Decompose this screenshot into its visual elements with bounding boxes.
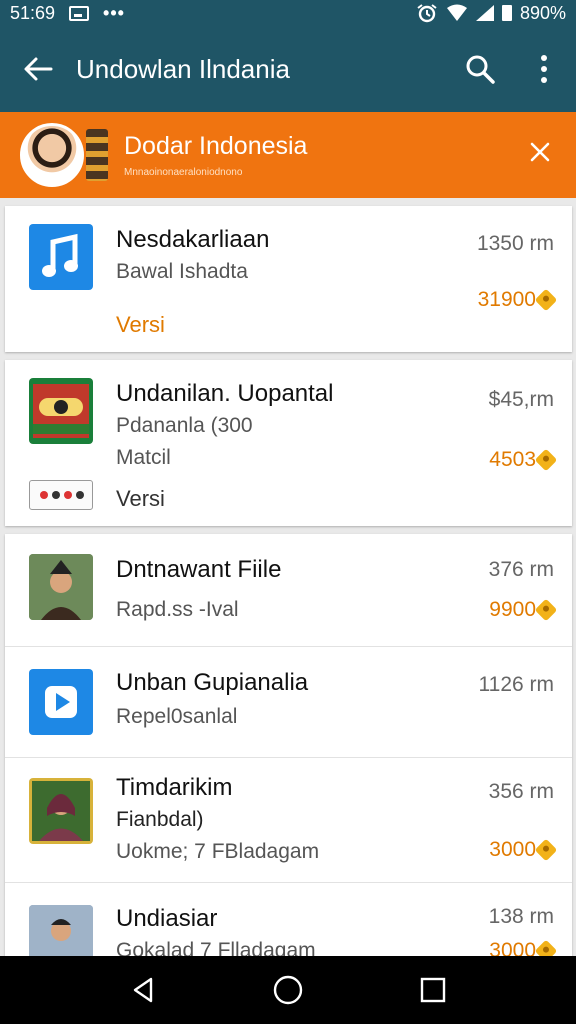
battery-percent: 890%	[519, 2, 566, 23]
battery-icon	[501, 5, 512, 21]
nav-home-button[interactable]	[258, 960, 318, 1020]
item-name: Timdarikim	[116, 774, 233, 801]
app-bar: Undowlan Ilndania	[0, 26, 576, 112]
coin-icon	[534, 598, 558, 622]
close-icon	[530, 142, 550, 162]
overflow-menu-button[interactable]	[512, 26, 576, 112]
app-card[interactable]: Nesdakarliaan Bawal Ishadta Versi 1350 r…	[5, 206, 572, 352]
app-bar-title: Undowlan Ilndania	[76, 53, 290, 84]
person-photo-icon	[29, 905, 93, 960]
item-description: Uokme; 7 FBladagam	[116, 840, 320, 863]
wifi-icon	[446, 4, 467, 21]
promo-banner[interactable]: Dodar Indonesia Mnnaoinonaeraloniodnono	[0, 112, 576, 198]
app-card[interactable]: Undanilan. Uopantal Pdananla (300 Matcil…	[5, 360, 572, 526]
item-description: Rapd.ss -Ival	[116, 598, 239, 621]
item-size: 138 rm	[488, 905, 554, 928]
game-logo-icon	[29, 378, 93, 444]
item-size: 1126 rm	[478, 673, 554, 696]
item-size: $45,rm	[488, 388, 554, 411]
item-name: Unban Gupianalia	[116, 669, 309, 696]
promo-subtitle: Mnnaoinonaeraloniodnono	[124, 167, 243, 178]
promo-title: Dodar Indonesia	[124, 132, 308, 160]
item-price: 3000	[489, 838, 558, 862]
search-icon	[466, 55, 495, 84]
signal-icon	[475, 5, 494, 21]
price-value: 4503	[489, 448, 536, 471]
item-size: 1350 rm	[476, 232, 554, 255]
item-size: 356 rm	[488, 780, 554, 803]
list-item[interactable]: Undiasiar Gokalad 7 Flladagam 138 rm 300…	[5, 883, 572, 960]
list-item[interactable]: Unban Gupianalia Repel0sanlal 1126 rm	[5, 647, 572, 757]
item-description: Repel0sanlal	[116, 705, 238, 728]
item-description: Pdananla (300	[116, 414, 253, 437]
item-name: Undanilan. Uopantal	[116, 380, 334, 407]
list-item[interactable]: Dntnawant Fiile Rapd.ss -Ival 376 rm 990…	[5, 534, 572, 646]
item-price: 4503	[489, 448, 558, 472]
item-size: 376 rm	[488, 558, 554, 581]
item-price: 9900	[489, 598, 558, 622]
more-notifications-icon: •••	[103, 2, 125, 23]
item-name: Dntnawant Fiile	[116, 556, 282, 583]
search-button[interactable]	[448, 26, 512, 112]
list-item[interactable]: Timdarikim Fianbdal) Uokme; 7 FBladagam …	[5, 758, 572, 882]
back-button[interactable]	[0, 26, 76, 112]
person-photo-icon	[29, 554, 93, 620]
price-value: 9900	[489, 598, 536, 621]
nav-recents-icon	[421, 977, 446, 1003]
status-bar: 51:69 ••• 890%	[0, 0, 576, 26]
price-value: 3000	[489, 838, 536, 861]
more-vert-icon	[541, 55, 547, 83]
item-description: Fianbdal)	[116, 808, 204, 831]
nav-back-button[interactable]	[113, 960, 173, 1020]
list-item[interactable]: Nesdakarliaan Bawal Ishadta Versi 1350 r…	[5, 206, 572, 352]
status-time: 51:69	[10, 2, 56, 23]
price-value: 31900	[477, 288, 536, 311]
navigation-bar	[0, 956, 576, 1024]
nav-recents-button[interactable]	[403, 960, 463, 1020]
coin-icon	[534, 288, 558, 312]
developer-logo-icon	[29, 480, 93, 510]
item-version: Versi	[116, 486, 165, 511]
alarm-icon	[417, 4, 437, 23]
promo-close-button[interactable]	[520, 132, 560, 172]
nav-home-icon	[273, 975, 303, 1005]
avatar	[20, 123, 84, 187]
app-list-card: Dntnawant Fiile Rapd.ss -Ival 376 rm 990…	[5, 534, 572, 960]
promo-badge-icon	[86, 129, 108, 181]
back-arrow-icon	[24, 57, 53, 81]
play-icon	[29, 669, 93, 735]
item-name: Undiasiar	[116, 905, 218, 932]
item-version: Versi	[116, 312, 165, 337]
music-note-icon	[29, 224, 93, 290]
list-item[interactable]: Undanilan. Uopantal Pdananla (300 Matcil…	[5, 360, 572, 526]
coin-icon	[534, 448, 558, 472]
nav-back-icon	[133, 977, 152, 1003]
item-description: Bawal Ishadta	[116, 260, 248, 283]
image-notification-icon	[69, 5, 90, 21]
item-price: 31900	[477, 288, 558, 312]
item-description: Matcil	[116, 446, 171, 469]
coin-icon	[534, 838, 558, 862]
person-photo-icon	[29, 778, 93, 844]
item-name: Nesdakarliaan	[116, 226, 270, 253]
